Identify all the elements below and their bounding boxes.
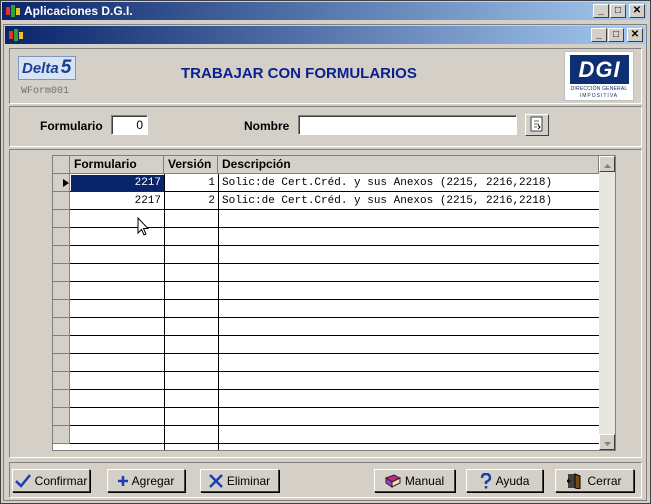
dgi-logo-line2: IMPOSITIVA bbox=[579, 93, 619, 99]
row-indicator[interactable] bbox=[53, 318, 70, 336]
table-row[interactable] bbox=[70, 264, 599, 282]
minimize-icon: _ bbox=[598, 5, 604, 16]
ayuda-button[interactable]: Ayuda bbox=[466, 469, 543, 492]
column-header-version[interactable]: Versión bbox=[164, 156, 218, 174]
scroll-up-icon bbox=[603, 157, 611, 171]
table-row[interactable] bbox=[70, 210, 599, 228]
manual-button[interactable]: Manual bbox=[374, 469, 455, 492]
row-indicator[interactable] bbox=[53, 210, 70, 228]
cell-version[interactable]: 2 bbox=[165, 193, 218, 210]
row-indicator[interactable] bbox=[53, 264, 70, 282]
application-titlebar[interactable]: Aplicaciones D.G.I. _ □ ✕ bbox=[2, 2, 647, 20]
column-header-formulario[interactable]: Formulario bbox=[70, 156, 164, 174]
table-row[interactable] bbox=[70, 390, 599, 408]
x-icon bbox=[208, 473, 223, 488]
question-icon bbox=[480, 472, 492, 489]
agregar-label: Agregar bbox=[131, 473, 175, 488]
book-icon bbox=[384, 473, 401, 488]
page-title: TRABAJAR CON FORMULARIOS bbox=[181, 65, 417, 82]
eliminar-label: Eliminar bbox=[226, 473, 271, 488]
table-row[interactable] bbox=[70, 408, 599, 426]
scroll-up-button[interactable] bbox=[599, 156, 615, 172]
child-titlebar[interactable]: _ □ ✕ bbox=[5, 26, 645, 44]
table-row[interactable] bbox=[70, 246, 599, 264]
cell-formulario[interactable]: 2217 bbox=[71, 175, 164, 192]
formulario-input[interactable]: 0 bbox=[111, 115, 148, 135]
agregar-button[interactable]: Agregar bbox=[107, 469, 185, 492]
row-indicator[interactable] bbox=[53, 354, 70, 372]
nombre-input[interactable] bbox=[298, 115, 517, 135]
manual-label: Manual bbox=[404, 473, 445, 488]
delta-logo-number: 5 bbox=[60, 57, 72, 78]
close-button[interactable]: ✕ bbox=[629, 4, 645, 18]
cerrar-button[interactable]: Cerrar bbox=[555, 469, 634, 492]
delta-logo-text: Delta bbox=[22, 59, 59, 77]
exit-door-icon bbox=[567, 472, 583, 489]
lookup-icon bbox=[530, 116, 544, 135]
app-logo-icon bbox=[8, 28, 24, 42]
app-logo-icon bbox=[5, 4, 21, 18]
dgi-logo: DGI DIRECCIÓN GENERAL IMPOSITIVA bbox=[564, 51, 634, 101]
cell-descripcion[interactable]: Solic:de Cert.Créd. y sus Anexos (2215, … bbox=[219, 193, 599, 210]
row-indicator[interactable] bbox=[53, 390, 70, 408]
minimize-icon: _ bbox=[596, 29, 602, 40]
maximize-icon: □ bbox=[612, 29, 620, 40]
lookup-button[interactable] bbox=[525, 114, 549, 136]
table-row[interactable] bbox=[70, 282, 599, 300]
row-indicator[interactable] bbox=[53, 300, 70, 318]
table-row[interactable] bbox=[70, 354, 599, 372]
mouse-pointer-icon bbox=[137, 216, 150, 240]
vertical-scrollbar[interactable] bbox=[599, 156, 615, 450]
ayuda-label: Ayuda bbox=[495, 473, 530, 488]
confirmar-label: Confirmar bbox=[34, 473, 88, 488]
delta-logo: Delta 5 bbox=[18, 56, 76, 80]
form-code: WForm001 bbox=[21, 86, 70, 97]
scroll-down-icon bbox=[603, 435, 611, 449]
child-close-button[interactable]: ✕ bbox=[627, 28, 643, 42]
confirmar-button[interactable]: Confirmar bbox=[12, 469, 90, 492]
check-icon bbox=[14, 473, 31, 488]
table-row[interactable] bbox=[70, 336, 599, 354]
formulario-label: Formulario bbox=[40, 119, 103, 133]
grid-corner bbox=[53, 156, 70, 174]
current-row-arrow-icon bbox=[63, 179, 69, 187]
dgi-logo-line1: DIRECCIÓN GENERAL bbox=[570, 86, 628, 92]
row-indicator[interactable] bbox=[53, 228, 70, 246]
child-maximize-button[interactable]: □ bbox=[608, 28, 624, 42]
cerrar-label: Cerrar bbox=[587, 473, 622, 488]
maximize-icon: □ bbox=[614, 5, 622, 16]
eliminar-button[interactable]: Eliminar bbox=[200, 469, 279, 492]
close-icon: ✕ bbox=[632, 5, 642, 16]
maximize-button[interactable]: □ bbox=[610, 4, 626, 18]
table-row[interactable] bbox=[70, 318, 599, 336]
cell-version[interactable]: 1 bbox=[165, 175, 218, 192]
nombre-label: Nombre bbox=[244, 119, 290, 133]
close-icon: ✕ bbox=[630, 29, 640, 40]
row-indicator[interactable] bbox=[53, 174, 70, 192]
row-indicator[interactable] bbox=[53, 282, 70, 300]
formularios-grid[interactable]: Formulario Versión Descripción 2217 1 Soli… bbox=[52, 155, 616, 451]
child-minimize-button[interactable]: _ bbox=[591, 28, 607, 42]
table-row[interactable] bbox=[70, 300, 599, 318]
scroll-down-button[interactable] bbox=[599, 434, 615, 450]
table-row[interactable] bbox=[70, 228, 599, 246]
plus-icon bbox=[117, 475, 128, 486]
row-indicator[interactable] bbox=[53, 192, 70, 210]
table-row[interactable] bbox=[70, 426, 599, 444]
button-bar bbox=[9, 462, 642, 498]
table-row[interactable] bbox=[70, 372, 599, 390]
cell-formulario[interactable]: 2217 bbox=[71, 193, 164, 210]
row-indicator[interactable] bbox=[53, 246, 70, 264]
application-title: Aplicaciones D.G.I. bbox=[24, 4, 133, 18]
row-indicator[interactable] bbox=[53, 372, 70, 390]
minimize-button[interactable]: _ bbox=[593, 4, 609, 18]
row-indicator[interactable] bbox=[53, 426, 70, 444]
dgi-logo-mark: DGI bbox=[570, 55, 629, 84]
row-indicator[interactable] bbox=[53, 408, 70, 426]
column-header-descripcion[interactable]: Descripción bbox=[218, 156, 599, 174]
cell-descripcion[interactable]: Solic:de Cert.Créd. y sus Anexos (2215, … bbox=[219, 175, 599, 192]
row-indicator[interactable] bbox=[53, 336, 70, 354]
